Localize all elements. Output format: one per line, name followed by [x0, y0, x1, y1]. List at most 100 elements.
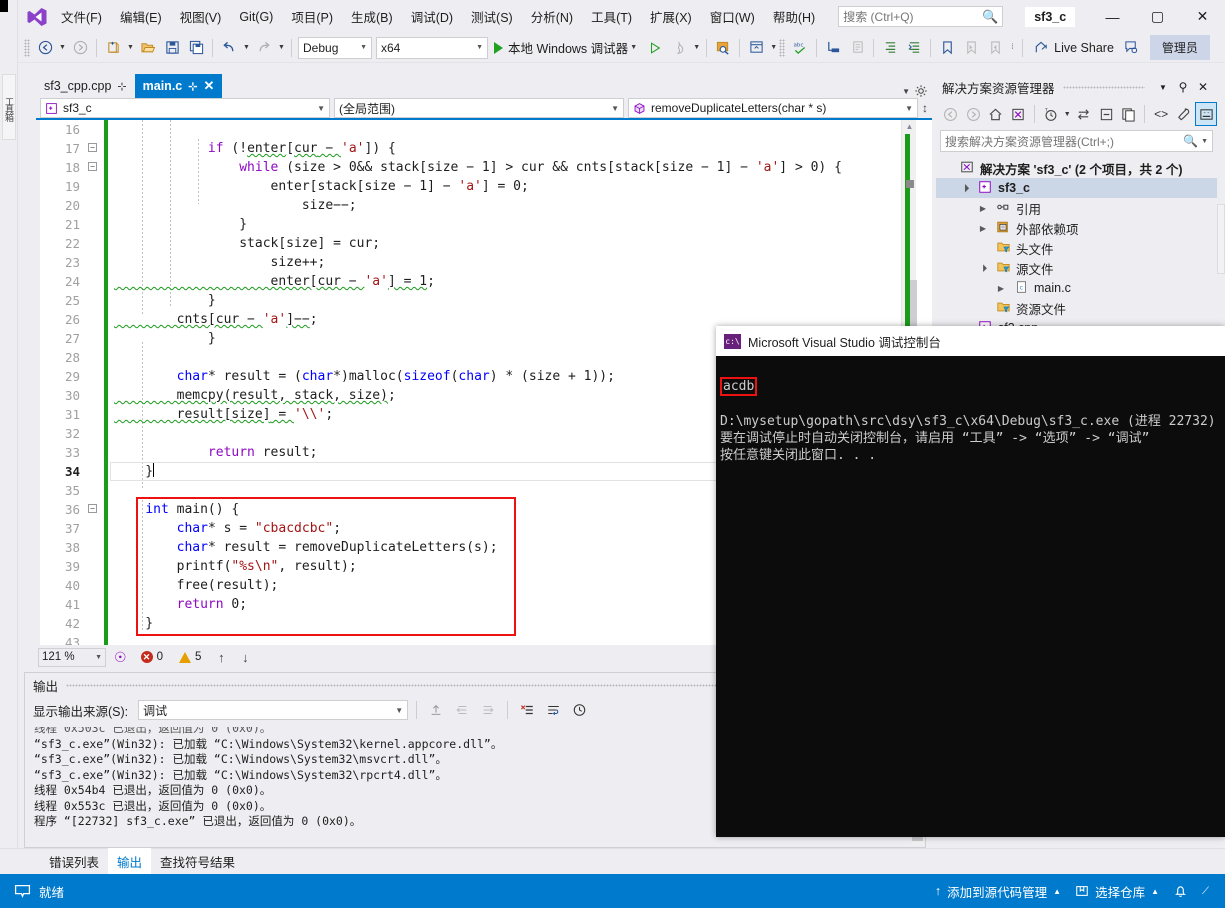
tab-error-list[interactable]: 错误列表 [40, 848, 108, 875]
menu-view[interactable]: 视图(V) [171, 1, 231, 32]
toolbar-grip-2[interactable] [779, 38, 786, 57]
collapse-all-icon[interactable] [1096, 102, 1117, 126]
code-line[interactable]: 19 enter[stack[size − 1] − 'a'] = 0; [36, 177, 916, 196]
back-dropdown-icon[interactable]: ▼ [57, 44, 68, 51]
feedback-icon[interactable] [1120, 36, 1144, 60]
code-line[interactable]: 20 size−−; [36, 196, 916, 215]
zoom-level-select[interactable]: 121 % ▼ [38, 647, 106, 667]
expander-expanded-icon[interactable]: ◢ [957, 180, 973, 196]
code-line[interactable]: 23 size++; [36, 253, 916, 272]
tab-overflow-icon[interactable]: ▼ [902, 87, 910, 96]
decrease-indent-icon[interactable] [902, 36, 926, 60]
project-select[interactable]: sf3_c ▼ [40, 98, 330, 118]
menu-analyze[interactable]: 分析(N) [522, 1, 582, 32]
comment-selection-icon[interactable] [845, 36, 869, 60]
solution-tree[interactable]: 解决方案 'sf3_c' (2 个项目，共 2 个) ◢ sf3_c ▶ 引用 ▶ 外部依… [936, 156, 1217, 338]
solution-configuration-select[interactable]: Debug ▼ [298, 36, 372, 59]
solution-tree-item-sf3c[interactable]: ◢ sf3_c [936, 178, 1217, 198]
solution-tree-item-mainc[interactable]: ▶ c main.c [936, 278, 1217, 298]
next-message-icon[interactable] [477, 699, 499, 721]
pin-icon[interactable]: ⊹ [117, 80, 126, 93]
start-without-debugging-icon[interactable] [643, 36, 667, 60]
pin-icon[interactable]: ⚲ [1173, 80, 1193, 94]
intellisense-icon[interactable]: ☉ [110, 649, 131, 666]
code-line[interactable]: 22 stack[size] = cur; [36, 234, 916, 253]
editor-tab-main-c[interactable]: main.c ⊹ ✕ [134, 74, 223, 98]
chevron-down-icon[interactable]: ▼ [1201, 138, 1208, 145]
open-file-icon[interactable] [136, 36, 160, 60]
tab-find-symbol-results[interactable]: 查找符号结果 [151, 848, 244, 875]
clear-output-icon[interactable] [516, 699, 538, 721]
right-auto-hide-tab[interactable] [1217, 204, 1225, 274]
toolbox-tab[interactable]: 工具箱 [2, 74, 16, 140]
menu-edit[interactable]: 编辑(E) [111, 1, 171, 32]
scope-select[interactable]: (全局范围) ▼ [334, 98, 624, 118]
add-to-source-control-button[interactable]: ↑ 添加到源代码管理 ▲ [935, 882, 1061, 901]
code-line[interactable]: 17− if (!enter[cur − 'a']) { [36, 139, 916, 158]
toggle-word-wrap-icon[interactable] [542, 699, 564, 721]
solution-tree-item-row6[interactable]: 资源文件 [936, 298, 1217, 318]
debug-console-window[interactable]: c:\ Microsoft Visual Studio 调试控制台 acdb D… [716, 326, 1225, 837]
navigate-forward-icon[interactable] [962, 102, 983, 126]
expander-collapsed-icon[interactable]: ▶ [994, 284, 1008, 293]
output-source-select[interactable]: 调试 ▼ [138, 700, 409, 720]
previous-issue-button[interactable]: ↑ [211, 650, 231, 665]
pending-changes-icon[interactable]: T [1040, 102, 1061, 126]
solution-root-row[interactable]: 解决方案 'sf3_c' (2 个项目，共 2 个) [936, 158, 1217, 178]
code-line[interactable]: 21 } [36, 215, 916, 234]
show-timestamps-icon[interactable] [568, 699, 590, 721]
home-icon[interactable] [985, 102, 1006, 126]
layout-dropdown-icon[interactable]: ▼ [768, 44, 779, 51]
solution-explorer-search-input[interactable]: 搜索解决方案资源管理器(Ctrl+;) 🔍 ▼ [940, 130, 1213, 152]
fold-toggle-icon[interactable]: − [88, 143, 97, 152]
chevron-down-icon[interactable]: ▼ [628, 44, 639, 51]
solution-platform-select[interactable]: x64 ▼ [376, 36, 488, 59]
previous-message-icon[interactable] [451, 699, 473, 721]
select-repository-button[interactable]: 选择仓库 ▲ [1075, 882, 1159, 901]
minimize-icon[interactable]: — [1090, 0, 1135, 33]
notifications-button[interactable] [1173, 884, 1188, 899]
menu-help[interactable]: 帮助(H) [764, 1, 824, 32]
new-item-dropdown-icon[interactable]: ▼ [125, 44, 136, 51]
pin-icon[interactable]: ⊹ [188, 80, 197, 93]
error-count-chip[interactable]: ✕ 0 [135, 651, 169, 663]
menu-window[interactable]: 窗口(W) [701, 1, 764, 32]
new-item-icon[interactable] [101, 36, 125, 60]
code-line[interactable]: 24 enter[cur − 'a'] = 1; [36, 272, 916, 291]
sync-with-active-document-icon[interactable] [1073, 102, 1094, 126]
expander-collapsed-icon[interactable]: ▶ [976, 204, 990, 213]
gear-icon[interactable] [914, 84, 928, 98]
expander-collapsed-icon[interactable]: ▶ [976, 224, 990, 233]
scroll-up-icon[interactable]: ▲ [904, 121, 915, 132]
tab-output[interactable]: 输出 [108, 848, 152, 875]
solution-views-icon[interactable] [1007, 102, 1028, 126]
go-to-message-icon[interactable] [425, 699, 447, 721]
maximize-icon[interactable]: ▢ [1135, 0, 1180, 33]
solution-tree-item-row4[interactable]: ◢ 源文件 [936, 258, 1217, 278]
hot-reload-icon[interactable] [667, 36, 691, 60]
view-code-icon[interactable]: <> [1150, 102, 1171, 126]
editor-tab-sf3-cpp[interactable]: sf3_cpp.cpp ⊹ [36, 74, 135, 98]
solution-tree-item-row2[interactable]: ▶ 外部依赖项 [936, 218, 1217, 238]
start-debugging-button[interactable]: 本地 Windows 调试器 ▼ [490, 36, 643, 59]
member-select[interactable]: removeDuplicateLetters(char * s) ▼ [628, 98, 918, 118]
menu-test[interactable]: 测试(S) [462, 1, 522, 32]
menu-file[interactable]: 文件(F) [52, 1, 111, 32]
toggle-bookmark-icon[interactable] [935, 36, 959, 60]
solution-tree-item-row1[interactable]: ▶ 引用 [936, 198, 1217, 218]
redo-dropdown-icon[interactable]: ▼ [276, 44, 287, 51]
navigate-back-icon[interactable] [940, 102, 961, 126]
find-in-files-icon[interactable] [711, 36, 735, 60]
navigate-back-icon[interactable] [33, 36, 57, 60]
fold-toggle-icon[interactable]: − [88, 504, 97, 513]
navigate-forward-icon[interactable] [68, 36, 92, 60]
close-icon[interactable]: ✕ [1180, 0, 1225, 33]
code-line[interactable]: 18− while (size > 0&& stack[size − 1] > … [36, 158, 916, 177]
menu-project[interactable]: 项目(P) [282, 1, 342, 32]
menu-git[interactable]: Git(G) [230, 4, 282, 30]
increase-indent-icon[interactable] [878, 36, 902, 60]
next-issue-button[interactable]: ↓ [235, 650, 255, 665]
chevron-down-icon[interactable]: ▼ [1062, 111, 1072, 118]
previous-bookmark-icon[interactable] [959, 36, 983, 60]
quick-search-input[interactable]: 搜索 (Ctrl+Q) 🔍 [838, 6, 1004, 27]
